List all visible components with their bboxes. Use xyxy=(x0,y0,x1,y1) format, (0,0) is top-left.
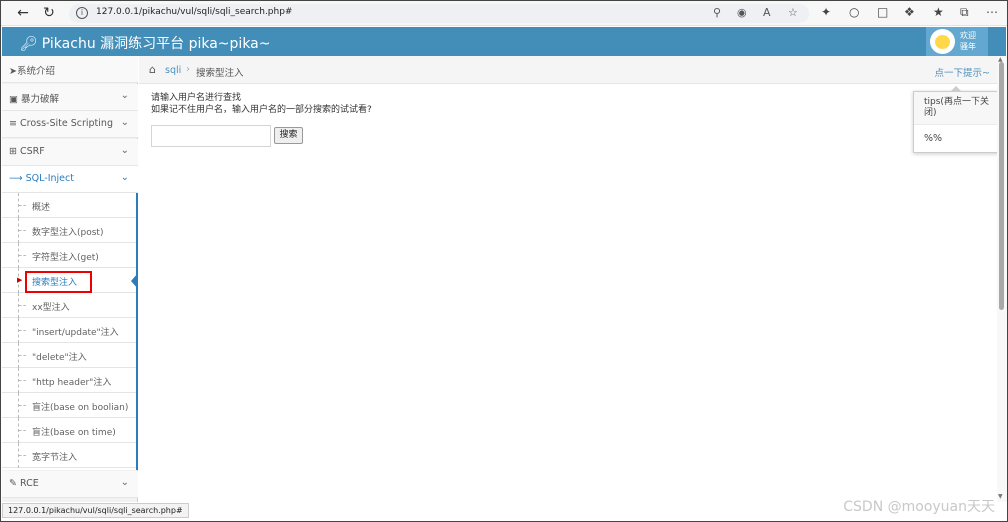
caret-right-icon: ▶ xyxy=(17,276,23,284)
zoom-icon[interactable]: ⚲ xyxy=(713,6,721,19)
scrollbar-thumb[interactable] xyxy=(999,62,1004,310)
pencil-icon: ✎ xyxy=(9,478,17,489)
collections-icon[interactable]: ⧉ xyxy=(960,5,969,20)
sidebar-item-csrf[interactable]: ⊞ CSRF ⌄ xyxy=(2,139,138,166)
tips-popover[interactable]: tips(再点一下关闭) %% xyxy=(913,86,999,153)
popover-title: tips(再点一下关闭) xyxy=(914,92,998,125)
sidebar-item-label: 暴力破解 xyxy=(21,94,60,105)
address-bar[interactable]: i 127.0.0.1/pikachu/vul/sqli/sqli_search… xyxy=(69,4,809,23)
favorite-star-icon[interactable]: ☆ xyxy=(788,6,798,19)
extensions-puzzle-icon[interactable]: ❖ xyxy=(904,5,915,19)
breadcrumb: ⌂ sqli › 搜索型注入 点一下提示~ xyxy=(139,56,999,84)
address-text: 127.0.0.1/pikachu/vul/sqli/sqli_search.p… xyxy=(96,7,293,17)
submenu-item-label: "http header"注入 xyxy=(32,378,112,388)
sidebar-item-rce[interactable]: ✎ RCE ⌄ xyxy=(2,471,138,498)
reload-icon[interactable]: ↻ xyxy=(41,5,57,21)
submenu-item-xx[interactable]: xx型注入 xyxy=(2,293,136,318)
sidebar-item-label: CSRF xyxy=(20,146,45,157)
submenu-item-label: 字符型注入(get) xyxy=(32,253,99,263)
browser-toolbar: ← ↻ i 127.0.0.1/pikachu/vul/sqli/sqli_se… xyxy=(1,1,1007,26)
share-icon: ⊞ xyxy=(9,146,17,157)
submenu-item-delete[interactable]: "delete"注入 xyxy=(2,343,136,368)
scroll-down-icon[interactable]: ▼ xyxy=(998,493,1003,500)
watermark: CSDN @mooyuan天天 xyxy=(843,499,995,515)
extension-bird-icon[interactable]: ✦ xyxy=(821,5,831,19)
submenu-item-string-get[interactable]: 字符型注入(get) xyxy=(2,243,136,268)
user-greeting: 欢迎 骚年 xyxy=(960,30,984,52)
submenu-item-label: "insert/update"注入 xyxy=(32,328,119,338)
sidebar-item-label: 系统介绍 xyxy=(16,66,55,77)
chevron-down-icon: ⌄ xyxy=(120,145,129,156)
sidebar-item-label: RCE xyxy=(20,478,39,489)
chevron-down-icon: ⌄ xyxy=(120,90,129,101)
submenu-item-label: 数字型注入(post) xyxy=(32,228,104,238)
sidebar-item-intro[interactable]: ➤系统介绍 xyxy=(2,56,138,83)
read-aloud-icon[interactable]: A xyxy=(763,6,771,19)
active-indicator-arrow xyxy=(131,273,138,289)
lock-icon: ▣ xyxy=(9,94,18,105)
extension-doc-icon[interactable]: □ xyxy=(877,5,888,19)
instruction-text: 请输入用户名进行查找 xyxy=(151,93,242,103)
chevron-right-icon: › xyxy=(186,64,190,75)
sidebar-item-sqli[interactable]: ⟶ SQL-Inject ⌄ xyxy=(2,166,138,193)
site-info-icon[interactable]: i xyxy=(76,7,88,19)
submenu-item-label: 宽字节注入 xyxy=(32,453,78,463)
search-input[interactable] xyxy=(151,125,271,147)
submenu-item-blind-time[interactable]: 盲注(base on time) xyxy=(2,418,136,443)
user-menu[interactable]: 欢迎 骚年 xyxy=(926,27,988,56)
brand-title[interactable]: 🔑︎ Pikachu 漏洞练习平台 pika~pika~ xyxy=(20,33,270,53)
sqli-icon: ⟶ xyxy=(9,173,23,184)
submenu-item-label: 概述 xyxy=(32,203,51,213)
submenu-item-label: 盲注(base on time) xyxy=(32,428,116,438)
sidebar-item-xss[interactable]: ≡ Cross-Site Scripting ⌄ xyxy=(2,111,138,138)
user-greeting-line2: 骚年 xyxy=(960,42,976,51)
submenu-item-label: "delete"注入 xyxy=(32,353,87,363)
user-greeting-line1: 欢迎 xyxy=(960,31,976,40)
back-icon[interactable]: ← xyxy=(15,5,31,21)
avatar xyxy=(930,29,955,54)
popover-body: %% xyxy=(924,133,943,144)
app-header: 🔑︎ Pikachu 漏洞练习平台 pika~pika~ 欢迎 骚年 xyxy=(2,27,1006,56)
hint-text: 如果记不住用户名，输入用户名的一部分搜索的试试看? xyxy=(151,105,372,115)
sidebar-item-label: Cross-Site Scripting xyxy=(20,118,113,129)
chevron-down-icon: ⌄ xyxy=(120,172,129,183)
sidebar-item-label: SQL-Inject xyxy=(25,173,74,184)
search-button[interactable]: 搜索 xyxy=(274,127,303,144)
home-icon[interactable]: ⌂ xyxy=(149,63,156,76)
submenu-item-wide-byte[interactable]: 宽字节注入 xyxy=(2,443,136,468)
translate-icon[interactable]: ◉ xyxy=(737,6,747,19)
sidebar-item-bruteforce[interactable]: ▣ 暴力破解 ⌄ xyxy=(2,84,138,111)
extension-circle-icon[interactable]: ○ xyxy=(849,5,859,19)
submenu-item-blind-boolean[interactable]: 盲注(base on boolian) xyxy=(2,393,136,418)
more-menu-icon[interactable]: ⋯ xyxy=(986,5,998,19)
breadcrumb-link-sqli[interactable]: sqli xyxy=(165,65,181,76)
page-scrollbar[interactable]: ▲ ▼ xyxy=(997,56,1007,502)
submenu-item-numeric-post[interactable]: 数字型注入(post) xyxy=(2,218,136,243)
highlight-annotation-box xyxy=(25,271,92,293)
tips-link[interactable]: 点一下提示~ xyxy=(935,65,990,79)
tag-icon: ➤ xyxy=(9,66,17,77)
submenu-item-overview[interactable]: 概述 xyxy=(2,193,136,218)
chevron-down-icon: ⌄ xyxy=(120,477,129,488)
main-content: 请输入用户名进行查找 如果记不住用户名，输入用户名的一部分搜索的试试看? 搜索 xyxy=(151,92,372,147)
submenu-item-label: 盲注(base on boolian) xyxy=(32,403,129,413)
favorites-icon[interactable]: ★ xyxy=(933,5,944,19)
xss-icon: ≡ xyxy=(9,118,17,129)
brand-text: Pikachu 漏洞练习平台 pika~pika~ xyxy=(41,36,271,52)
submenu-item-label: xx型注入 xyxy=(32,303,70,313)
link-status-bar: 127.0.0.1/pikachu/vul/sqli/sqli_search.p… xyxy=(2,503,189,518)
sqli-submenu: 概述 数字型注入(post) 字符型注入(get) ▶ 搜索型注入 xx型注入 "… xyxy=(2,193,138,470)
pikachu-face-icon xyxy=(935,35,950,49)
submenu-item-http-header[interactable]: "http header"注入 xyxy=(2,368,136,393)
chevron-down-icon: ⌄ xyxy=(120,117,129,128)
key-icon: 🔑︎ xyxy=(20,36,38,52)
breadcrumb-current: 搜索型注入 xyxy=(196,68,244,79)
submenu-item-insert-update[interactable]: "insert/update"注入 xyxy=(2,318,136,343)
browser-window: ← ↻ i 127.0.0.1/pikachu/vul/sqli/sqli_se… xyxy=(0,0,1008,522)
